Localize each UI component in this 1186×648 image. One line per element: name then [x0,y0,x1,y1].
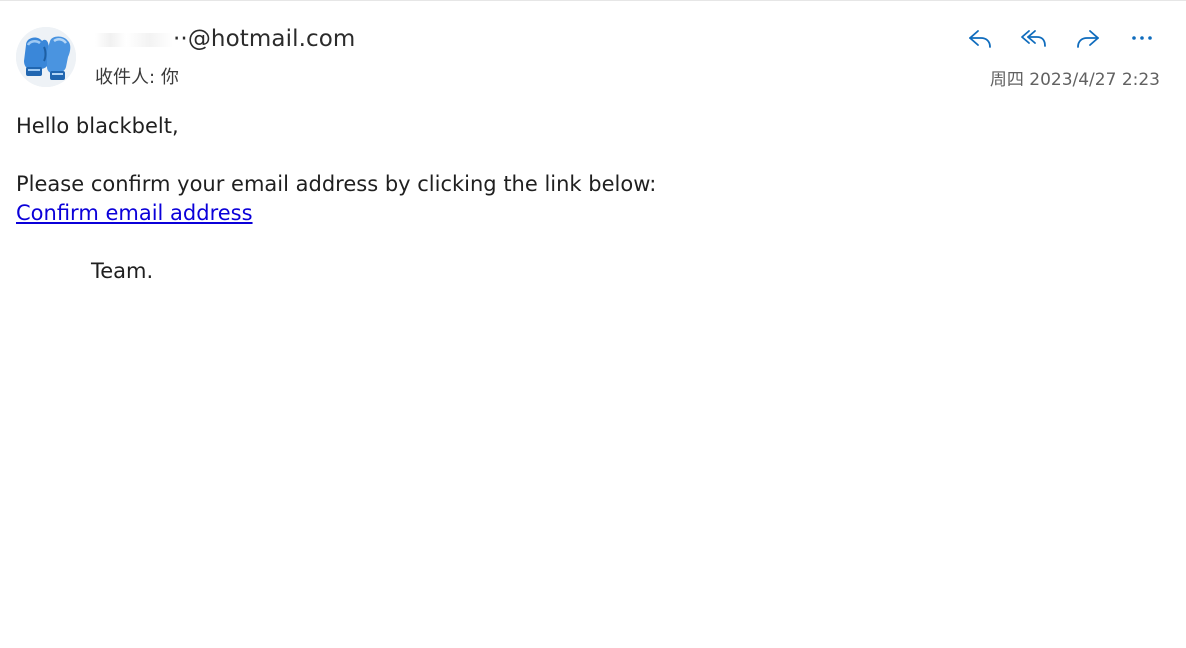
recipient-value[interactable]: 你 [161,67,179,88]
sender-address[interactable]: ··@hotmail.com [95,26,355,52]
email-body-text: Please confirm your email address by cli… [16,172,657,196]
message-actions [964,24,1158,52]
email-body: Hello blackbelt, Please confirm your ema… [16,112,1156,286]
top-divider [0,0,1186,1]
recipient-label: 收件人: [95,67,156,88]
sender-domain: @hotmail.com [187,26,356,52]
email-date: 周四 2023/4/27 2:23 [989,70,1160,90]
reply-button[interactable] [964,24,996,52]
reply-all-button[interactable] [1018,24,1050,52]
confirm-email-link[interactable]: Confirm email address [16,201,253,225]
reply-all-icon [1021,30,1046,47]
forward-button[interactable] [1072,24,1104,52]
sender-prefix: ·· [173,26,188,52]
redacted-username [95,32,173,47]
forward-icon [1077,30,1099,48]
recipient-line: 收件人: 你 [95,63,179,89]
reply-icon [969,30,991,48]
email-greeting: Hello blackbelt, [16,114,179,138]
email-signoff: Team. [91,259,154,283]
sender-avatar[interactable] [16,27,76,87]
boxing-gloves-icon [16,27,76,87]
more-icon [1132,36,1152,40]
more-actions-button[interactable] [1126,24,1158,52]
